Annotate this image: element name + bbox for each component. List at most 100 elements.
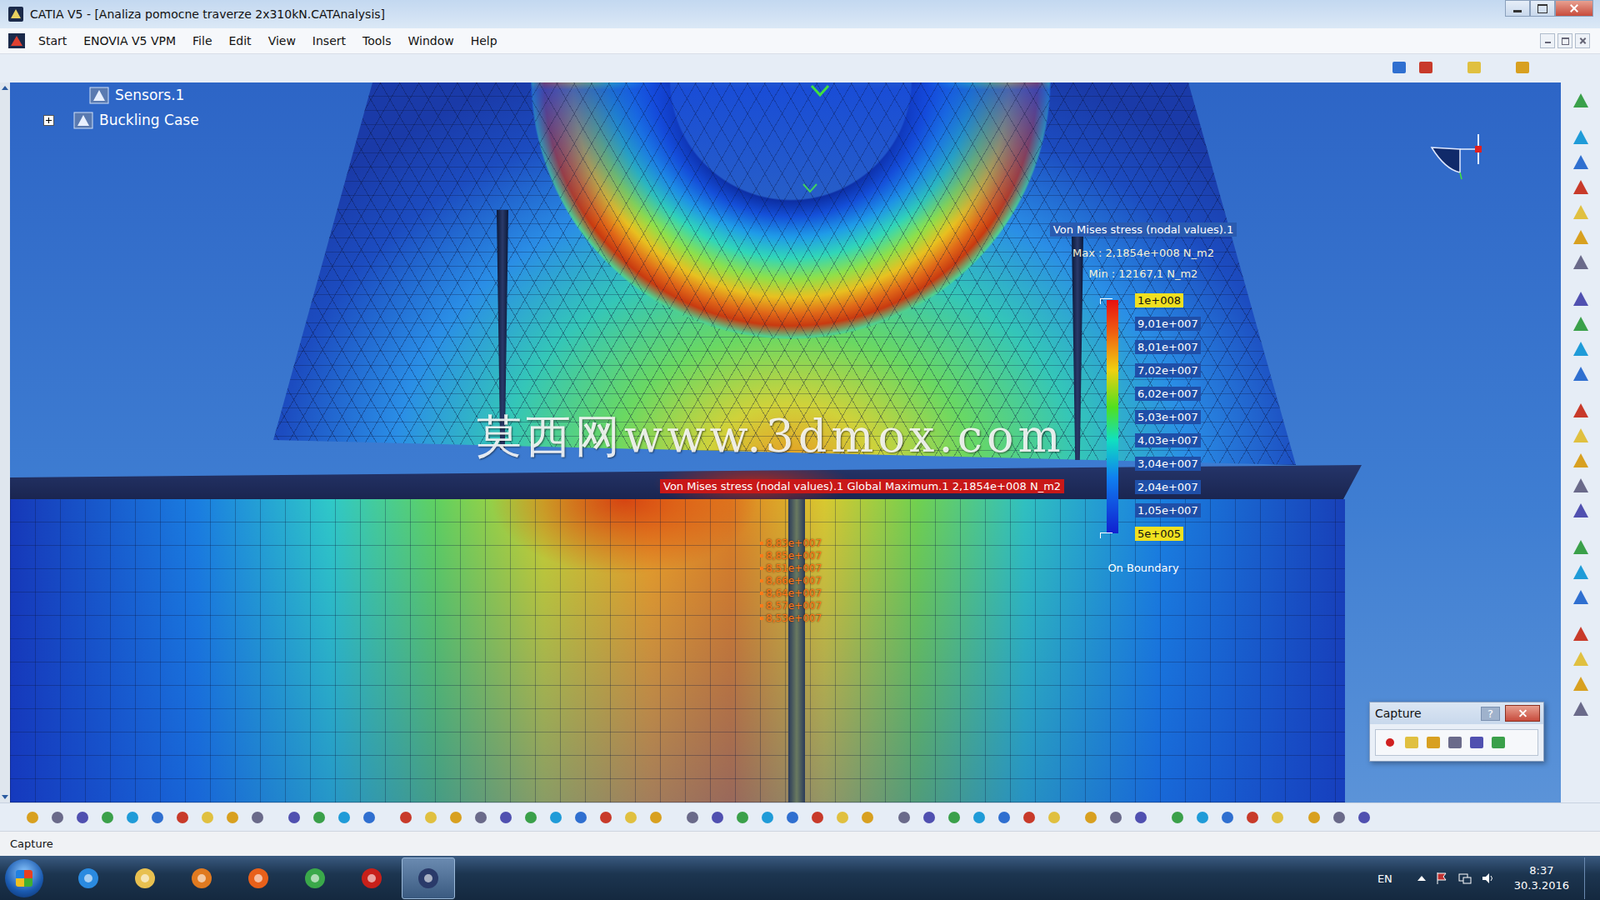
tool-icon[interactable] bbox=[1243, 808, 1262, 827]
scale-value[interactable]: 1,05e+007 bbox=[1135, 503, 1201, 518]
tool-icon[interactable] bbox=[1570, 252, 1591, 273]
tool-icon[interactable] bbox=[1570, 699, 1591, 720]
probe-label[interactable]: 8,64e+007 bbox=[760, 587, 822, 600]
tool-icon[interactable] bbox=[1570, 177, 1591, 198]
minimize-button[interactable] bbox=[1505, 0, 1530, 17]
color-scale[interactable] bbox=[1106, 300, 1119, 534]
capture-tool-icon[interactable] bbox=[1445, 733, 1465, 752]
tool-icon[interactable] bbox=[335, 808, 354, 827]
volume-icon[interactable] bbox=[1480, 870, 1496, 886]
menu-item[interactable]: Help bbox=[462, 31, 506, 50]
tool-icon[interactable] bbox=[421, 808, 440, 827]
scale-value[interactable]: 6,02e+007 bbox=[1135, 386, 1201, 401]
menu-item[interactable]: View bbox=[260, 31, 305, 50]
tree-node[interactable]: Buckling Case bbox=[35, 107, 200, 133]
scale-value[interactable]: 1e+008 bbox=[1135, 293, 1184, 308]
scale-value[interactable]: 8,01e+007 bbox=[1135, 340, 1201, 355]
tool-icon[interactable] bbox=[1570, 587, 1591, 608]
max-stress-label[interactable]: Von Mises stress (nodal values).1 Global… bbox=[660, 479, 1065, 494]
taskbar-app[interactable] bbox=[288, 857, 342, 900]
clock[interactable]: 8:3730.3.2016 bbox=[1514, 863, 1570, 894]
tool-icon[interactable] bbox=[1570, 202, 1591, 223]
3d-viewport[interactable]: Sensors.1Buckling Case莫西网www.3dmox.comVo… bbox=[10, 82, 1561, 803]
tool-icon[interactable] bbox=[1570, 649, 1591, 670]
tool-icon[interactable] bbox=[1570, 400, 1591, 421]
taskbar-app[interactable] bbox=[401, 857, 455, 900]
tool-icon[interactable] bbox=[733, 808, 752, 827]
tool-icon[interactable] bbox=[471, 808, 490, 827]
scrollbar[interactable] bbox=[0, 82, 10, 803]
tool-icon[interactable] bbox=[521, 808, 540, 827]
tool-icon[interactable] bbox=[895, 808, 914, 827]
dialog-close-button[interactable] bbox=[1505, 705, 1540, 722]
tool-icon[interactable] bbox=[285, 808, 304, 827]
stress-legend[interactable]: Von Mises stress (nodal values).1Max : 2… bbox=[1051, 222, 1235, 575]
tool-icon[interactable] bbox=[858, 808, 877, 827]
tool-icon[interactable] bbox=[1218, 808, 1237, 827]
show-desktop-button[interactable] bbox=[1584, 857, 1597, 900]
tool-icon[interactable] bbox=[1020, 808, 1039, 827]
tool-icon[interactable] bbox=[546, 808, 565, 827]
close-button[interactable] bbox=[1555, 0, 1594, 17]
tool-icon[interactable] bbox=[1570, 127, 1591, 148]
menu-item[interactable]: Tools bbox=[354, 31, 400, 50]
tool-icon[interactable] bbox=[148, 808, 167, 827]
tool-icon[interactable] bbox=[783, 808, 802, 827]
tool-icon[interactable] bbox=[1465, 58, 1485, 79]
language-indicator[interactable]: EN bbox=[1377, 872, 1393, 885]
menu-item[interactable]: Edit bbox=[220, 31, 260, 50]
scale-value[interactable]: 2,04e+007 bbox=[1135, 480, 1201, 495]
tool-icon[interactable] bbox=[73, 808, 92, 827]
doc-minimize-button[interactable] bbox=[1540, 33, 1555, 49]
doc-restore-button[interactable] bbox=[1557, 33, 1573, 49]
tool-icon[interactable] bbox=[1131, 808, 1150, 827]
tool-icon[interactable] bbox=[1570, 500, 1591, 521]
menu-item[interactable]: Start bbox=[30, 31, 75, 50]
probe-label[interactable]: 8,83e+007 bbox=[760, 537, 822, 550]
menu-item[interactable]: ENOVIA V5 VPM bbox=[75, 31, 185, 50]
tool-icon[interactable] bbox=[1106, 808, 1125, 827]
tool-icon[interactable] bbox=[446, 808, 465, 827]
tool-icon[interactable] bbox=[198, 808, 217, 827]
tool-icon[interactable] bbox=[310, 808, 329, 827]
tool-icon[interactable] bbox=[223, 808, 242, 827]
tool-icon[interactable] bbox=[98, 808, 117, 827]
tray-expand-icon[interactable] bbox=[1417, 875, 1426, 881]
probe-label[interactable]: 8,53e+007 bbox=[760, 612, 822, 625]
tool-icon[interactable] bbox=[683, 808, 702, 827]
scale-value[interactable]: 5e+005 bbox=[1135, 526, 1184, 541]
tool-icon[interactable] bbox=[833, 808, 852, 827]
tool-icon[interactable] bbox=[1355, 808, 1374, 827]
flag-icon[interactable] bbox=[1434, 870, 1450, 886]
tool-icon[interactable] bbox=[758, 808, 777, 827]
maximize-button[interactable] bbox=[1530, 0, 1555, 17]
tool-icon[interactable] bbox=[1570, 314, 1591, 335]
tool-icon[interactable] bbox=[248, 808, 267, 827]
tool-icon[interactable] bbox=[1570, 624, 1591, 645]
tool-icon[interactable] bbox=[1570, 227, 1591, 248]
tool-icon[interactable] bbox=[1570, 90, 1591, 111]
tool-icon[interactable] bbox=[596, 808, 615, 827]
tool-icon[interactable] bbox=[1045, 808, 1064, 827]
scale-value[interactable]: 3,04e+007 bbox=[1135, 456, 1201, 471]
taskbar-app[interactable] bbox=[231, 857, 285, 900]
tool-icon[interactable] bbox=[995, 808, 1014, 827]
taskbar-app[interactable] bbox=[345, 857, 399, 900]
tool-icon[interactable] bbox=[1570, 450, 1591, 471]
tool-icon[interactable] bbox=[1570, 537, 1591, 558]
capture-tool-icon[interactable] bbox=[1489, 733, 1508, 752]
tool-icon[interactable] bbox=[945, 808, 964, 827]
tool-icon[interactable] bbox=[920, 808, 939, 827]
capture-tool-icon[interactable] bbox=[1424, 733, 1443, 752]
scale-value[interactable]: 9,01e+007 bbox=[1135, 316, 1201, 331]
tool-icon[interactable] bbox=[621, 808, 640, 827]
menu-item[interactable]: File bbox=[184, 31, 220, 50]
start-button[interactable] bbox=[5, 859, 44, 898]
scale-value[interactable]: 7,02e+007 bbox=[1135, 363, 1201, 378]
tree-node[interactable]: Sensors.1 bbox=[35, 82, 200, 108]
probe-label[interactable]: 8,66e+007 bbox=[760, 575, 822, 587]
tool-icon[interactable] bbox=[496, 808, 515, 827]
capture-tool-icon[interactable] bbox=[1380, 733, 1400, 752]
capture-tool-icon[interactable] bbox=[1402, 733, 1421, 752]
capture-dialog[interactable]: Capture? bbox=[1369, 701, 1545, 762]
